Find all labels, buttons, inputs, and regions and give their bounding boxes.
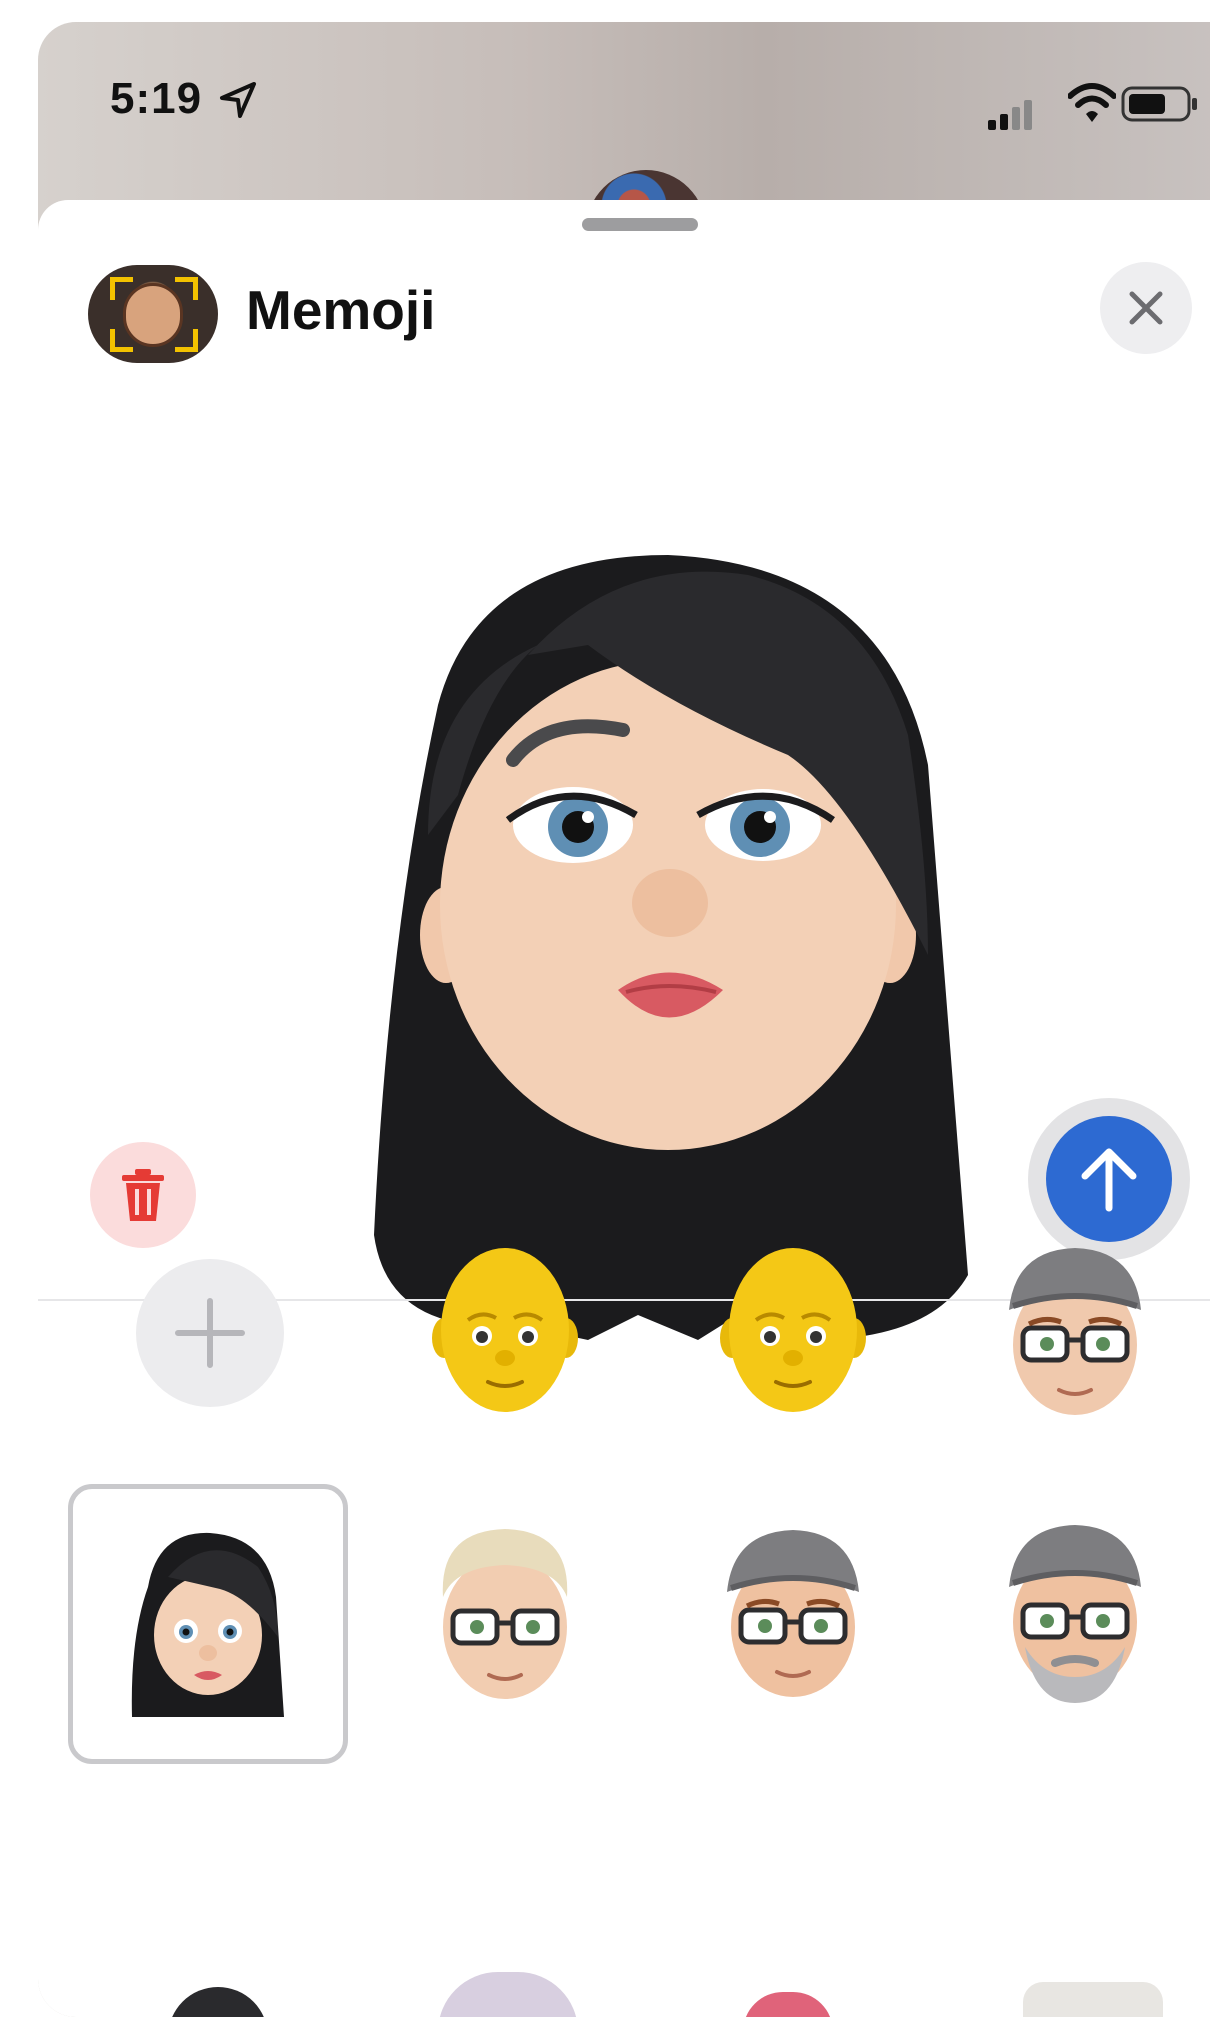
phone-screen: 5:19 Memoji [38,22,1210,2017]
memoji-option-partial[interactable] [1023,1982,1163,2017]
close-icon [1129,291,1163,325]
add-memoji-button[interactable] [136,1259,284,1407]
yellow-memoji-avatar [720,1248,866,1412]
memoji-option[interactable] [390,1502,620,1722]
cap-glasses-memoji-avatar [1009,1248,1141,1415]
location-arrow-icon [220,82,256,118]
battery-icon [1121,86,1197,122]
memoji-app-icon [88,265,218,363]
memoji-option[interactable] [678,1502,908,1722]
wifi-icon [1068,83,1116,122]
status-bar: 5:19 [38,22,1210,182]
cap-glasses-memoji-avatar [727,1530,859,1697]
close-button[interactable] [1100,262,1192,354]
plus-icon [175,1298,245,1368]
memoji-option[interactable] [960,1502,1190,1722]
memoji-option[interactable] [678,1220,908,1440]
cap-glasses-beard-memoji-avatar [1009,1525,1141,1703]
delete-button[interactable] [90,1142,196,1248]
app-title: Memoji [246,279,436,341]
memoji-option[interactable] [960,1220,1190,1440]
yellow-memoji-avatar [432,1248,578,1412]
arrow-up-icon [1081,1148,1137,1212]
memoji-option-selected[interactable] [93,1517,323,1737]
status-time: 5:19 [110,74,203,123]
black-hair-memoji-avatar [131,1532,284,1717]
memoji-option[interactable] [390,1220,620,1440]
sheet-grabber[interactable] [582,218,698,231]
blond-glasses-memoji-avatar [442,1529,568,1699]
trash-icon [122,1169,164,1221]
cellular-signal-icon [988,100,1032,130]
